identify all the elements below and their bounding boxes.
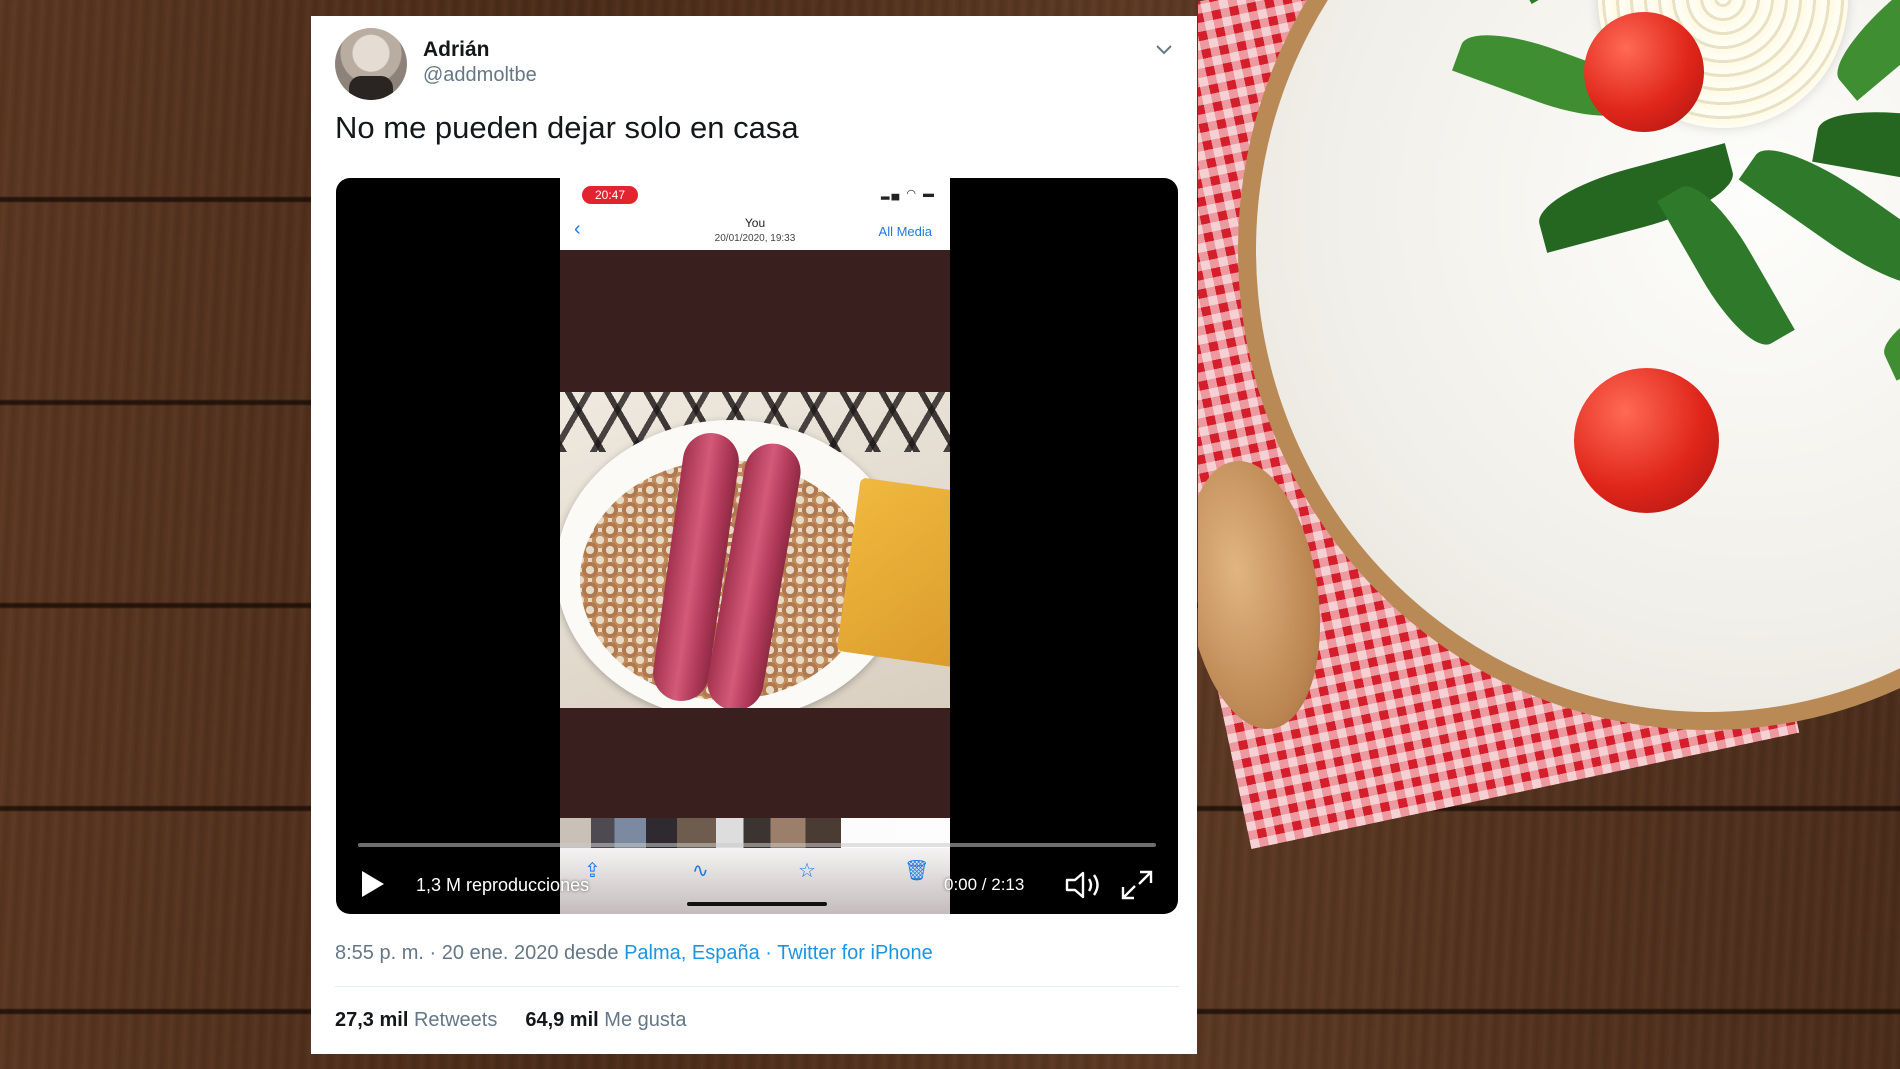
video-photo [560,392,950,708]
likes-stat[interactable]: 64,9 mil Me gusta [525,1009,686,1031]
video-player[interactable]: 20:47 ▂▄ ◠ ▬ ‹ You 20/01/2020, 19:33 All… [336,178,1178,914]
tweet-text: No me pueden dejar solo en casa [335,110,799,145]
retweets-stat[interactable]: 27,3 mil Retweets [335,1009,497,1031]
retweets-count: 27,3 mil [335,1009,409,1031]
meta-separator: · [759,942,778,964]
phone-all-media: All Media [878,224,932,239]
phone-header: 20:47 ▂▄ ◠ ▬ ‹ You 20/01/2020, 19:33 All… [560,178,950,250]
tweet-timestamp[interactable]: 8:55 p. m. · 20 ene. 2020 desde [335,942,624,964]
caret-down-icon[interactable] [1153,38,1175,60]
background-food-photo [1198,0,1900,1069]
home-indicator [687,902,827,906]
cherry-tomato [1574,368,1719,513]
author-name[interactable]: Adrián [423,38,490,62]
video-timecode: 0:00 / 2:13 [944,875,1025,894]
video-progress-bar[interactable] [358,843,1156,847]
author-handle[interactable]: @addmoltbe [423,64,537,87]
likes-label: Me gusta [604,1009,687,1031]
star-icon: ☆ [798,860,816,882]
retweets-label: Retweets [413,1009,498,1031]
status-icons: ▂▄ ◠ ▬ [881,188,936,200]
cherry-tomato [1584,12,1704,132]
tweet-meta: 8:55 p. m. · 20 ene. 2020 desde Palma, E… [335,942,933,965]
location-link[interactable]: Palma, España [624,942,760,964]
trash-icon: 🗑 [904,860,930,882]
tweet-stats: 27,3 mil Retweets 64,9 mil Me gusta [335,1009,687,1032]
tweet-card: Adrián @addmoltbe No me pueden dejar sol… [311,16,1197,1054]
divider [335,986,1179,987]
play-icon[interactable] [360,869,386,899]
volume-icon[interactable] [1064,869,1104,901]
markup-icon: ∿ [692,860,709,882]
status-time: 20:47 [582,186,638,204]
video-frame-phone-screen: 20:47 ▂▄ ◠ ▬ ‹ You 20/01/2020, 19:33 All… [560,178,950,914]
avatar-figure [349,76,393,100]
fullscreen-icon[interactable] [1120,869,1154,901]
likes-count: 64,9 mil [525,1009,599,1031]
avatar[interactable] [335,28,407,100]
view-count: 1,3 M reproducciones [416,875,590,895]
source-link[interactable]: Twitter for iPhone [777,942,933,964]
